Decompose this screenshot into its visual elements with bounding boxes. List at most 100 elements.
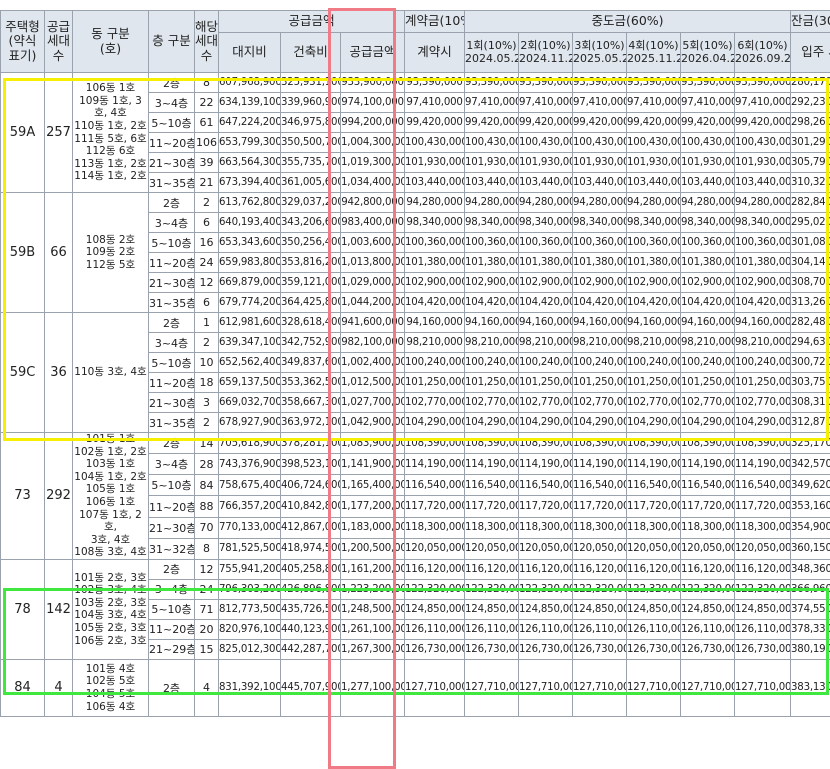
building-cost-cell: 442,287,700 — [281, 639, 341, 659]
units-cell: 61 — [195, 113, 219, 133]
balance-cell: 383,130,000 — [791, 659, 830, 716]
middle-6-cell: 127,710,000 — [735, 659, 791, 716]
group-type: 59B — [1, 193, 45, 313]
group-dong: 101동 2호, 3호 102동 3호, 4호 103동 2호, 3호 104동… — [73, 559, 149, 659]
supply-total-cell: 941,600,000 — [341, 313, 405, 333]
middle-4-cell: 114,190,000 — [627, 454, 681, 475]
land-cost-cell: 612,981,600 — [219, 313, 281, 333]
deposit-cell: 127,710,000 — [405, 659, 465, 716]
middle-3-cell: 100,430,000 — [573, 133, 627, 153]
middle-4-cell: 97,410,000 — [627, 93, 681, 113]
middle-4-cell: 99,420,000 — [627, 113, 681, 133]
middle-3-cell: 104,290,000 — [573, 413, 627, 433]
floor-cell: 21~30층 — [149, 517, 195, 538]
middle-1-cell: 118,300,000 — [465, 517, 519, 538]
middle-2-cell: 104,420,000 — [519, 293, 573, 313]
land-cost-cell: 705,618,900 — [219, 433, 281, 454]
building-cost-cell: 378,281,100 — [281, 433, 341, 454]
group-count: 257 — [45, 73, 73, 193]
building-cost-cell: 412,867,000 — [281, 517, 341, 538]
middle-6-cell: 126,110,000 — [735, 619, 791, 639]
floor-cell: 2층 — [149, 659, 195, 716]
balance-cell: 294,630,000 — [791, 333, 830, 353]
price-table: 주택형 (약식 표기) 공급 세대 수 동 구분 (호) 층 구분 해당 세대 … — [0, 10, 830, 717]
middle-3-cell: 101,380,000 — [573, 253, 627, 273]
supply-total-cell: 1,013,800,000 — [341, 253, 405, 273]
middle-5-cell: 100,360,000 — [681, 233, 735, 253]
balance-cell: 282,480,000 — [791, 313, 830, 333]
deposit-cell: 93,390,000 — [405, 73, 465, 93]
header-m1: 1회(10%)2024.05.20 — [465, 33, 519, 73]
middle-5-cell: 102,900,000 — [681, 273, 735, 293]
building-cost-cell: 426,896,800 — [281, 579, 341, 599]
middle-3-cell: 127,710,000 — [573, 659, 627, 716]
balance-cell: 301,290,000 — [791, 133, 830, 153]
deposit-cell: 94,280,000 — [405, 193, 465, 213]
table-row: 73292101동 1호 102동 1호, 2호 103동 1호 104동 1호… — [1, 433, 830, 454]
middle-3-cell: 94,160,000 — [573, 313, 627, 333]
land-cost-cell: 796,303,200 — [219, 579, 281, 599]
middle-6-cell: 117,720,000 — [735, 496, 791, 517]
middle-3-cell: 94,280,000 — [573, 193, 627, 213]
middle-3-cell: 122,320,000 — [573, 579, 627, 599]
middle-1-cell: 122,320,000 — [465, 579, 519, 599]
building-cost-cell: 363,972,100 — [281, 413, 341, 433]
floor-cell: 31~35층 — [149, 413, 195, 433]
units-cell: 8 — [195, 538, 219, 559]
supply-total-cell: 1,042,900,000 — [341, 413, 405, 433]
balance-cell: 310,320,000 — [791, 173, 830, 193]
deposit-cell: 116,540,000 — [405, 475, 465, 496]
deposit-cell: 114,190,000 — [405, 454, 465, 475]
middle-2-cell: 127,710,000 — [519, 659, 573, 716]
middle-3-cell: 102,770,000 — [573, 393, 627, 413]
units-cell: 12 — [195, 273, 219, 293]
middle-4-cell: 100,240,000 — [627, 353, 681, 373]
middle-5-cell: 117,720,000 — [681, 496, 735, 517]
deposit-cell: 101,380,000 — [405, 253, 465, 273]
header-type: 주택형 (약식 표기) — [1, 11, 45, 73]
deposit-cell: 120,050,000 — [405, 538, 465, 559]
middle-3-cell: 124,850,000 — [573, 599, 627, 619]
middle-5-cell: 122,320,000 — [681, 579, 735, 599]
land-cost-cell: 758,675,400 — [219, 475, 281, 496]
middle-2-cell: 126,110,000 — [519, 619, 573, 639]
balance-cell: 300,720,000 — [791, 353, 830, 373]
supply-total-cell: 1,177,200,000 — [341, 496, 405, 517]
building-cost-cell: 353,362,500 — [281, 373, 341, 393]
supply-total-cell: 1,029,000,000 — [341, 273, 405, 293]
middle-1-cell: 100,430,000 — [465, 133, 519, 153]
supply-total-cell: 1,083,900,000 — [341, 433, 405, 454]
middle-6-cell: 100,240,000 — [735, 353, 791, 373]
header-deposit-sub: 계약시 — [405, 33, 465, 73]
group-count: 66 — [45, 193, 73, 313]
units-cell: 71 — [195, 599, 219, 619]
balance-cell: 380,190,000 — [791, 639, 830, 659]
deposit-cell: 108,390,000 — [405, 433, 465, 454]
floor-cell: 5~10층 — [149, 233, 195, 253]
header-dong: 동 구분 (호) — [73, 11, 149, 73]
middle-2-cell: 103,440,000 — [519, 173, 573, 193]
units-cell: 28 — [195, 454, 219, 475]
building-cost-cell: 353,816,200 — [281, 253, 341, 273]
middle-2-cell: 97,410,000 — [519, 93, 573, 113]
supply-total-cell: 1,223,200,000 — [341, 579, 405, 599]
middle-5-cell: 94,160,000 — [681, 313, 735, 333]
floor-cell: 3~4층 — [149, 333, 195, 353]
group-type: 84 — [1, 659, 45, 716]
group-dong: 110동 3호, 4호 — [73, 313, 149, 433]
middle-1-cell: 101,250,000 — [465, 373, 519, 393]
supply-total-cell: 1,012,500,000 — [341, 373, 405, 393]
units-cell: 1 — [195, 313, 219, 333]
middle-6-cell: 104,420,000 — [735, 293, 791, 313]
land-cost-cell: 639,347,100 — [219, 333, 281, 353]
land-cost-cell: 673,394,400 — [219, 173, 281, 193]
middle-2-cell: 100,240,000 — [519, 353, 573, 373]
middle-1-cell: 101,380,000 — [465, 253, 519, 273]
deposit-cell: 99,420,000 — [405, 113, 465, 133]
floor-cell: 31~35층 — [149, 173, 195, 193]
land-cost-cell: 659,983,800 — [219, 253, 281, 273]
middle-2-cell: 94,280,000 — [519, 193, 573, 213]
floor-cell: 21~30층 — [149, 153, 195, 173]
middle-2-cell: 122,320,000 — [519, 579, 573, 599]
middle-3-cell: 99,420,000 — [573, 113, 627, 133]
